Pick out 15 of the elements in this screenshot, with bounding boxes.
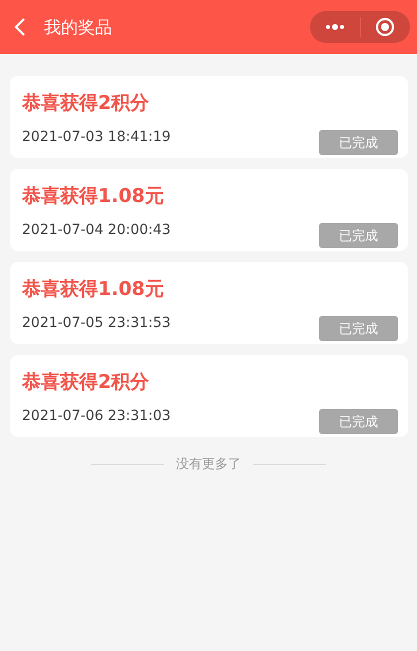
status-label: 已完成	[319, 316, 398, 341]
prize-time: 2021-07-06 23:31:03	[22, 408, 171, 424]
page-title: 我的奖品	[44, 16, 113, 38]
prize-title: 恭喜获得1.08元	[22, 277, 165, 302]
status-label: 已完成	[319, 409, 398, 434]
end-of-list-text: 没有更多了	[176, 456, 241, 473]
status-label: 已完成	[319, 130, 398, 155]
prize-title: 恭喜获得1.08元	[22, 184, 165, 209]
prize-time: 2021-07-03 18:41:19	[22, 128, 171, 144]
prize-time: 2021-07-04 20:00:43	[22, 222, 171, 238]
more-icon[interactable]	[324, 24, 345, 30]
prize-title: 恭喜获得2积分	[22, 91, 150, 116]
prize-time: 2021-07-05 23:31:53	[22, 314, 171, 330]
status-label: 已完成	[319, 223, 398, 248]
prize-title: 恭喜获得2积分	[22, 370, 150, 395]
